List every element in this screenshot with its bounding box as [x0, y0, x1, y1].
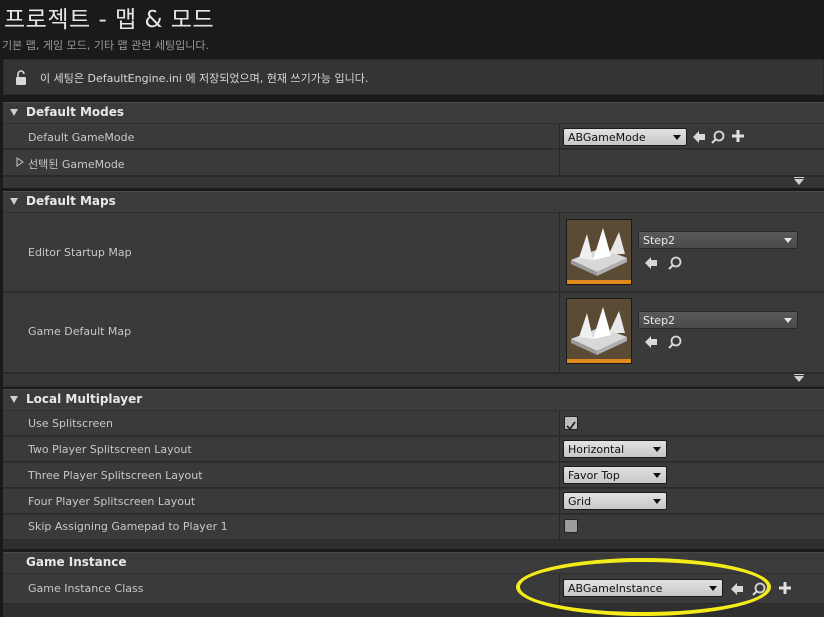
map-thumbnail[interactable]: [566, 298, 632, 364]
add-plus-icon[interactable]: [777, 580, 793, 596]
browse-search-icon[interactable]: [667, 255, 683, 271]
advanced-expand-icon[interactable]: [794, 374, 804, 382]
page-title: 프로젝트 - 맵 & 모드: [4, 7, 215, 33]
section-footer: [3, 373, 824, 385]
column-divider[interactable]: [559, 411, 560, 435]
browse-search-icon[interactable]: [751, 581, 767, 597]
row-label: Three Player Splitscreen Layout: [28, 469, 203, 482]
use-selected-arrow-icon[interactable]: [691, 129, 707, 145]
dropdown-value: Grid: [568, 495, 592, 508]
level-thumbnail-icon: [571, 307, 627, 355]
browse-search-icon[interactable]: [710, 129, 726, 145]
row-label: Skip Assigning Gamepad to Player 1: [28, 520, 228, 533]
browse-search-icon[interactable]: [667, 334, 683, 350]
row-four-player-layout: Four Player Splitscreen Layout Grid: [3, 489, 824, 514]
section-header-default-maps[interactable]: Default Maps: [3, 191, 824, 212]
collapse-triangle-icon: [10, 396, 18, 403]
dropdown-value: Step2: [643, 314, 676, 327]
section-default-modes: Default Modes Default GameMode ABGameMod…: [3, 102, 824, 188]
chevron-down-icon: [709, 586, 717, 591]
unlock-icon: [16, 70, 26, 85]
dropdown-value: Horizontal: [568, 443, 625, 456]
section-header-local-multiplayer[interactable]: Local Multiplayer: [3, 389, 824, 410]
three-player-layout-dropdown[interactable]: Favor Top: [563, 466, 667, 484]
chevron-down-icon: [653, 499, 661, 504]
dropdown-value: Step2: [643, 234, 676, 247]
dropdown-value: ABGameMode: [568, 131, 646, 144]
level-thumbnail-icon: [571, 228, 627, 276]
row-three-player-layout: Three Player Splitscreen Layout Favor To…: [3, 463, 824, 488]
chevron-down-icon: [653, 473, 661, 478]
map-thumbnail[interactable]: [566, 219, 632, 285]
row-label: Game Instance Class: [28, 582, 144, 595]
section-footer: [3, 176, 824, 188]
row-label: Use Splitscreen: [28, 417, 114, 430]
section-default-maps: Default Maps Editor Startup Map Step2 Ga…: [3, 191, 824, 387]
row-label: Two Player Splitscreen Layout: [28, 443, 192, 456]
thumbnail-accent-bar: [567, 359, 631, 363]
row-label: Four Player Splitscreen Layout: [28, 495, 196, 508]
row-default-gamemode: Default GameMode ABGameMode: [3, 124, 824, 149]
expand-triangle-icon[interactable]: [16, 157, 24, 167]
section-header-default-modes[interactable]: Default Modes: [3, 102, 824, 123]
column-divider[interactable]: [559, 293, 560, 372]
checkmark-icon: [566, 421, 576, 431]
page-subtitle: 기본 맵, 게임 모드, 기타 맵 관련 세팅입니다.: [2, 39, 210, 52]
row-label: 선택된 GameMode: [28, 158, 125, 171]
row-skip-gamepad: Skip Assigning Gamepad to Player 1: [3, 515, 824, 540]
column-divider[interactable]: [559, 489, 560, 513]
section-game-instance: Game Instance Game Instance Class ABGame…: [3, 552, 824, 617]
config-notice-bar: 이 세팅은 DefaultEngine.ini 에 저장되었으며, 현재 쓰기가…: [3, 59, 824, 95]
two-player-layout-dropdown[interactable]: Horizontal: [563, 440, 667, 458]
add-plus-icon[interactable]: [730, 128, 746, 144]
row-use-splitscreen: Use Splitscreen: [3, 411, 824, 436]
row-editor-startup-map: Editor Startup Map Step2: [3, 213, 824, 292]
chevron-down-icon: [784, 318, 792, 323]
default-gamemode-dropdown[interactable]: ABGameMode: [563, 128, 687, 146]
collapse-triangle-icon: [10, 198, 18, 205]
section-header-game-instance[interactable]: Game Instance: [3, 552, 824, 573]
use-selected-arrow-icon[interactable]: [643, 255, 659, 271]
advanced-expand-icon[interactable]: [794, 177, 804, 185]
row-label: Editor Startup Map: [28, 246, 132, 259]
column-divider[interactable]: [559, 574, 560, 603]
row-label: Default GameMode: [28, 131, 135, 144]
section-title: Local Multiplayer: [26, 392, 143, 406]
section-title: Default Maps: [26, 194, 116, 208]
column-divider[interactable]: [559, 150, 560, 175]
row-selected-gamemode[interactable]: 선택된 GameMode: [3, 150, 824, 176]
section-title: Default Modes: [26, 105, 125, 119]
row-label: Game Default Map: [28, 325, 132, 338]
game-default-map-dropdown[interactable]: Step2: [638, 311, 798, 329]
thumbnail-accent-bar: [567, 280, 631, 284]
section-title: Game Instance: [26, 555, 127, 569]
column-divider[interactable]: [559, 124, 560, 148]
chevron-down-icon: [784, 238, 792, 243]
column-divider[interactable]: [559, 463, 560, 487]
use-splitscreen-checkbox[interactable]: [564, 416, 578, 431]
use-selected-arrow-icon[interactable]: [729, 581, 745, 597]
column-divider[interactable]: [559, 515, 560, 539]
row-game-instance-class: Game Instance Class ABGameInstance: [3, 574, 824, 604]
game-instance-class-dropdown[interactable]: ABGameInstance: [563, 579, 723, 597]
column-divider[interactable]: [559, 437, 560, 461]
dropdown-value: Favor Top: [568, 469, 620, 482]
use-selected-arrow-icon[interactable]: [643, 334, 659, 350]
skip-gamepad-checkbox[interactable]: [564, 519, 578, 533]
row-two-player-layout: Two Player Splitscreen Layout Horizontal: [3, 437, 824, 462]
collapse-triangle-icon: [10, 109, 18, 116]
chevron-down-icon: [653, 447, 661, 452]
section-local-multiplayer: Local Multiplayer Use Splitscreen Two Pl…: [3, 389, 824, 549]
four-player-layout-dropdown[interactable]: Grid: [563, 492, 667, 510]
chevron-down-icon: [673, 135, 681, 140]
dropdown-value: ABGameInstance: [568, 582, 663, 595]
notice-text: 이 세팅은 DefaultEngine.ini 에 저장되었으며, 현재 쓰기가…: [40, 72, 369, 85]
row-game-default-map: Game Default Map Step2: [3, 293, 824, 373]
editor-startup-map-dropdown[interactable]: Step2: [638, 231, 798, 249]
column-divider[interactable]: [559, 213, 560, 291]
